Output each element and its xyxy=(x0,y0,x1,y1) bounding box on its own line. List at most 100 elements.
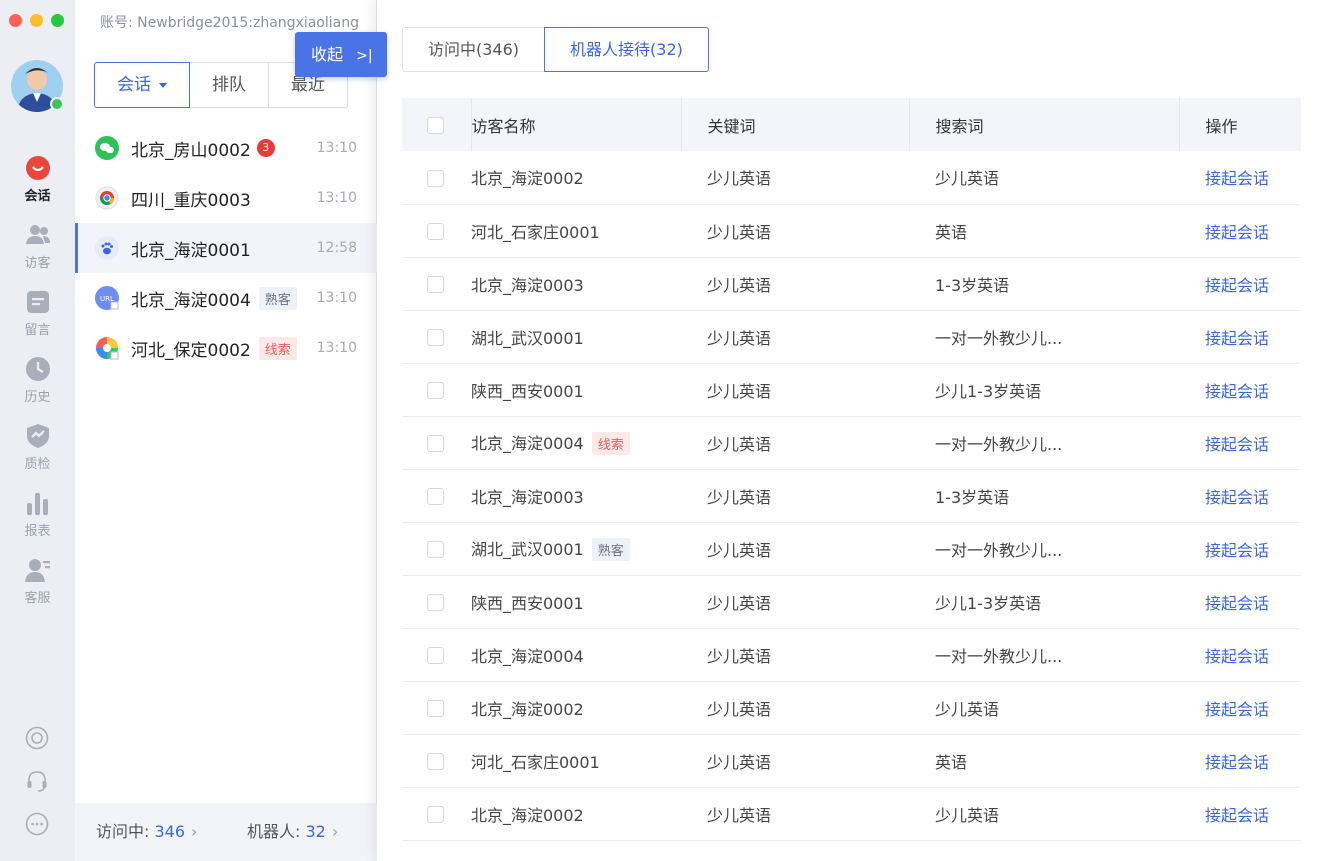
pickup-conversation-link[interactable]: 接起会话 xyxy=(1205,169,1269,188)
conversation-time: 13:10 xyxy=(316,340,357,356)
row-checkbox[interactable] xyxy=(427,169,444,187)
visiting-count-link[interactable]: 访问中: 346 › xyxy=(75,803,226,861)
pickup-conversation-link[interactable]: 接起会话 xyxy=(1205,382,1269,401)
visitor-name: 北京_海淀0003 xyxy=(471,487,584,507)
row-checkbox[interactable] xyxy=(427,647,444,664)
sidebar-item-history[interactable]: 历史 xyxy=(0,356,75,405)
sidebar-item-visitors[interactable]: 访客 xyxy=(0,222,75,271)
pickup-conversation-link[interactable]: 接起会话 xyxy=(1205,753,1269,772)
search-term-cell: 1-3岁英语 xyxy=(935,275,1010,295)
visitor-name-cell: 北京_海淀0003 xyxy=(471,257,681,310)
pickup-conversation-link[interactable]: 接起会话 xyxy=(1205,329,1269,348)
row-checkbox[interactable] xyxy=(427,382,444,399)
row-select-cell xyxy=(402,787,471,840)
row-checkbox[interactable] xyxy=(427,806,444,823)
row-checkbox[interactable] xyxy=(427,223,444,240)
pickup-conversation-link[interactable]: 接起会话 xyxy=(1205,541,1269,560)
chrome-icon xyxy=(95,186,119,210)
maximize-window-button[interactable] xyxy=(51,14,64,27)
column-header-name: 访客名称 xyxy=(471,98,682,151)
pickup-conversation-link[interactable]: 接起会话 xyxy=(1205,647,1269,666)
visitor-name-cell: 北京_海淀0002 xyxy=(471,787,681,840)
pickup-conversation-link[interactable]: 接起会话 xyxy=(1205,594,1269,613)
conversation-item[interactable]: 河北_保定0002 线索 13:10 xyxy=(75,323,377,373)
table-row: 湖北_武汉0001 熟客 少儿英语 一对一外教少儿... 接起会话 xyxy=(402,522,1301,575)
more-icon[interactable] xyxy=(25,812,49,836)
search-term-cell: 少儿1-3岁英语 xyxy=(935,593,1042,613)
sidebar-item-label: 客服 xyxy=(24,591,51,606)
conversation-item[interactable]: 四川_重庆0003 13:10 xyxy=(75,173,377,223)
row-checkbox[interactable] xyxy=(427,435,444,452)
tab-queue[interactable]: 排队 xyxy=(189,62,269,108)
pickup-conversation-link[interactable]: 接起会话 xyxy=(1205,488,1269,507)
pickup-conversation-link[interactable]: 接起会话 xyxy=(1205,806,1269,825)
conversation-item[interactable]: URL 北京_海淀0004 熟客 13:10 xyxy=(75,273,377,323)
table-row: 湖北_武汉0001 少儿英语 一对一外教少儿... 接起会话 xyxy=(402,310,1301,363)
headset-icon[interactable] xyxy=(25,769,49,793)
online-status-dot xyxy=(50,97,64,111)
sidebar-item-label: 报表 xyxy=(24,524,51,539)
pickup-conversation-link[interactable]: 接起会话 xyxy=(1205,276,1269,295)
keyword-cell: 少儿英语 xyxy=(707,381,772,401)
conversation-time: 13:10 xyxy=(316,140,357,156)
op-cell: 接起会话 xyxy=(1179,575,1301,628)
collapse-button[interactable]: 收起 >| xyxy=(295,32,387,77)
keyword-cell: 少儿英语 xyxy=(707,169,772,189)
row-checkbox[interactable] xyxy=(427,329,444,346)
conversation-item[interactable]: 北京_海淀0001 12:58 xyxy=(75,223,377,273)
wechat-icon xyxy=(95,136,119,160)
pickup-conversation-link[interactable]: 接起会话 xyxy=(1205,223,1269,242)
conversation-name: 河北_保定0002 xyxy=(131,340,251,361)
row-checkbox[interactable] xyxy=(427,700,444,717)
tab-session[interactable]: 会话 xyxy=(94,62,190,108)
visitor-name-cell: 北京_海淀0004 xyxy=(471,628,681,681)
op-cell: 接起会话 xyxy=(1179,734,1301,787)
row-checkbox[interactable] xyxy=(427,541,444,558)
target-icon[interactable] xyxy=(25,726,49,750)
visitor-name-cell: 北京_海淀0003 xyxy=(471,469,681,522)
close-window-button[interactable] xyxy=(9,14,22,27)
select-all-checkbox[interactable] xyxy=(427,117,444,134)
visitor-name-cell: 北京_海淀0002 xyxy=(471,681,681,734)
visitor-name-cell: 河北_石家庄0001 xyxy=(471,734,681,787)
pickup-conversation-link[interactable]: 接起会话 xyxy=(1205,435,1269,454)
visitor-name: 陕西_西安0001 xyxy=(471,381,584,401)
sidebar-item-quality[interactable]: 质检 xyxy=(0,423,75,472)
conversation-item[interactable]: 北京_房山0002 3 13:10 xyxy=(75,123,377,173)
tab-robot-reception[interactable]: 机器人接待(32) xyxy=(544,27,709,72)
column-header-keyword: 关键词 xyxy=(681,98,910,151)
row-select-cell xyxy=(402,628,471,681)
chevron-right-icon: › xyxy=(191,822,198,841)
sidebar-item-reports[interactable]: 报表 xyxy=(0,490,75,539)
row-checkbox[interactable] xyxy=(427,276,444,293)
sidebar-item-messages[interactable]: 留言 xyxy=(0,289,75,338)
op-cell: 接起会话 xyxy=(1179,787,1301,840)
row-checkbox[interactable] xyxy=(427,488,444,505)
table-row: 陕西_西安0001 少儿英语 少儿1-3岁英语 接起会话 xyxy=(402,575,1301,628)
pickup-conversation-link[interactable]: 接起会话 xyxy=(1205,700,1269,719)
sidebar-item-agents[interactable]: 客服 xyxy=(0,557,75,606)
search-term-cell: 一对一外教少儿... xyxy=(935,434,1063,454)
robot-count-link[interactable]: 机器人: 32 › xyxy=(226,803,377,861)
minimize-window-button[interactable] xyxy=(30,14,43,27)
op-cell: 接起会话 xyxy=(1179,522,1301,575)
lead-tag: 线索 xyxy=(258,336,297,360)
op-cell: 接起会话 xyxy=(1179,416,1301,469)
search-term-cell: 一对一外教少儿... xyxy=(935,328,1063,348)
row-select-cell xyxy=(402,575,471,628)
visitor-name-cell: 陕西_西安0001 xyxy=(471,575,681,628)
window-controls xyxy=(9,14,64,27)
visitor-tabs: 访问中(346) 机器人接待(32) xyxy=(402,27,709,72)
chevron-right-icon: › xyxy=(331,822,339,841)
sidebar-item-label: 历史 xyxy=(24,390,51,405)
visitor-name: 北京_海淀0003 xyxy=(471,275,584,295)
keyword-cell: 少儿英语 xyxy=(707,434,772,454)
table-row: 北京_海淀0004 少儿英语 一对一外教少儿... 接起会话 xyxy=(402,628,1301,681)
sidebar-item-chat[interactable]: 会话 xyxy=(0,155,75,204)
row-select-cell xyxy=(402,681,471,734)
tab-visiting[interactable]: 访问中(346) xyxy=(402,27,546,72)
baidu-paw-icon xyxy=(95,236,119,260)
row-checkbox[interactable] xyxy=(427,753,444,770)
keyword-cell: 少儿英语 xyxy=(707,699,772,719)
row-checkbox[interactable] xyxy=(427,594,444,611)
